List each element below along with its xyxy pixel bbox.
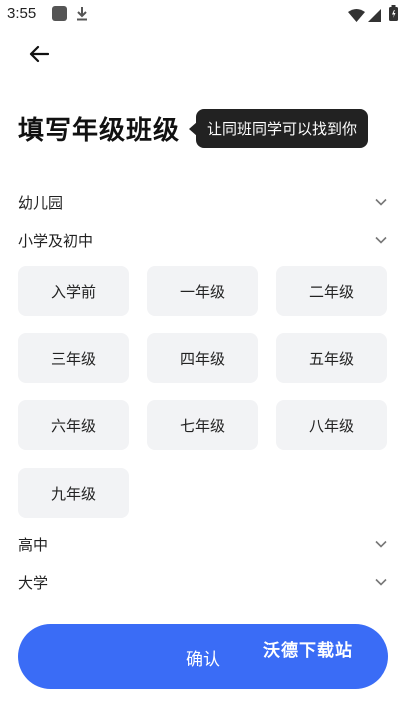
section-university[interactable]: 大学 bbox=[18, 567, 388, 597]
grade-button[interactable]: 九年级 bbox=[18, 468, 129, 518]
watermark-text: 沃德下载站 bbox=[263, 641, 353, 661]
chevron-down-icon bbox=[374, 233, 388, 247]
page-title: 填写年级班级 bbox=[18, 116, 181, 146]
grade-button[interactable]: 入学前 bbox=[18, 266, 129, 316]
grade-button[interactable]: 七年级 bbox=[147, 400, 258, 450]
chevron-down-icon bbox=[374, 575, 388, 589]
signal-icon bbox=[368, 7, 381, 26]
grade-button[interactable]: 八年级 bbox=[276, 400, 387, 450]
section-kindergarten[interactable]: 幼儿园 bbox=[18, 187, 388, 217]
grade-button[interactable]: 一年级 bbox=[147, 266, 258, 316]
grade-button[interactable]: 二年级 bbox=[276, 266, 387, 316]
hint-tooltip: 让同班同学可以找到你 bbox=[188, 109, 369, 148]
download-icon bbox=[76, 6, 88, 25]
chevron-down-icon bbox=[374, 195, 388, 209]
battery-icon bbox=[389, 5, 398, 25]
tooltip-text: 让同班同学可以找到你 bbox=[207, 120, 358, 138]
status-bar: 3:55 bbox=[0, 0, 405, 28]
section-label: 小学及初中 bbox=[18, 231, 94, 250]
media-icon bbox=[52, 6, 67, 25]
status-time: 3:55 bbox=[7, 5, 37, 22]
section-label: 幼儿园 bbox=[18, 193, 64, 212]
grade-button[interactable]: 五年级 bbox=[276, 333, 387, 383]
back-button[interactable] bbox=[22, 40, 56, 72]
section-primary-middle[interactable]: 小学及初中 bbox=[18, 225, 388, 255]
chevron-down-icon bbox=[374, 537, 388, 551]
grade-button[interactable]: 三年级 bbox=[18, 333, 129, 383]
section-label: 高中 bbox=[18, 535, 49, 554]
wifi-icon bbox=[348, 7, 365, 26]
grade-button[interactable]: 四年级 bbox=[147, 333, 258, 383]
grade-button[interactable]: 六年级 bbox=[18, 400, 129, 450]
section-high-school[interactable]: 高中 bbox=[18, 529, 388, 559]
section-label: 大学 bbox=[18, 573, 49, 592]
arrow-left-icon bbox=[29, 45, 50, 67]
